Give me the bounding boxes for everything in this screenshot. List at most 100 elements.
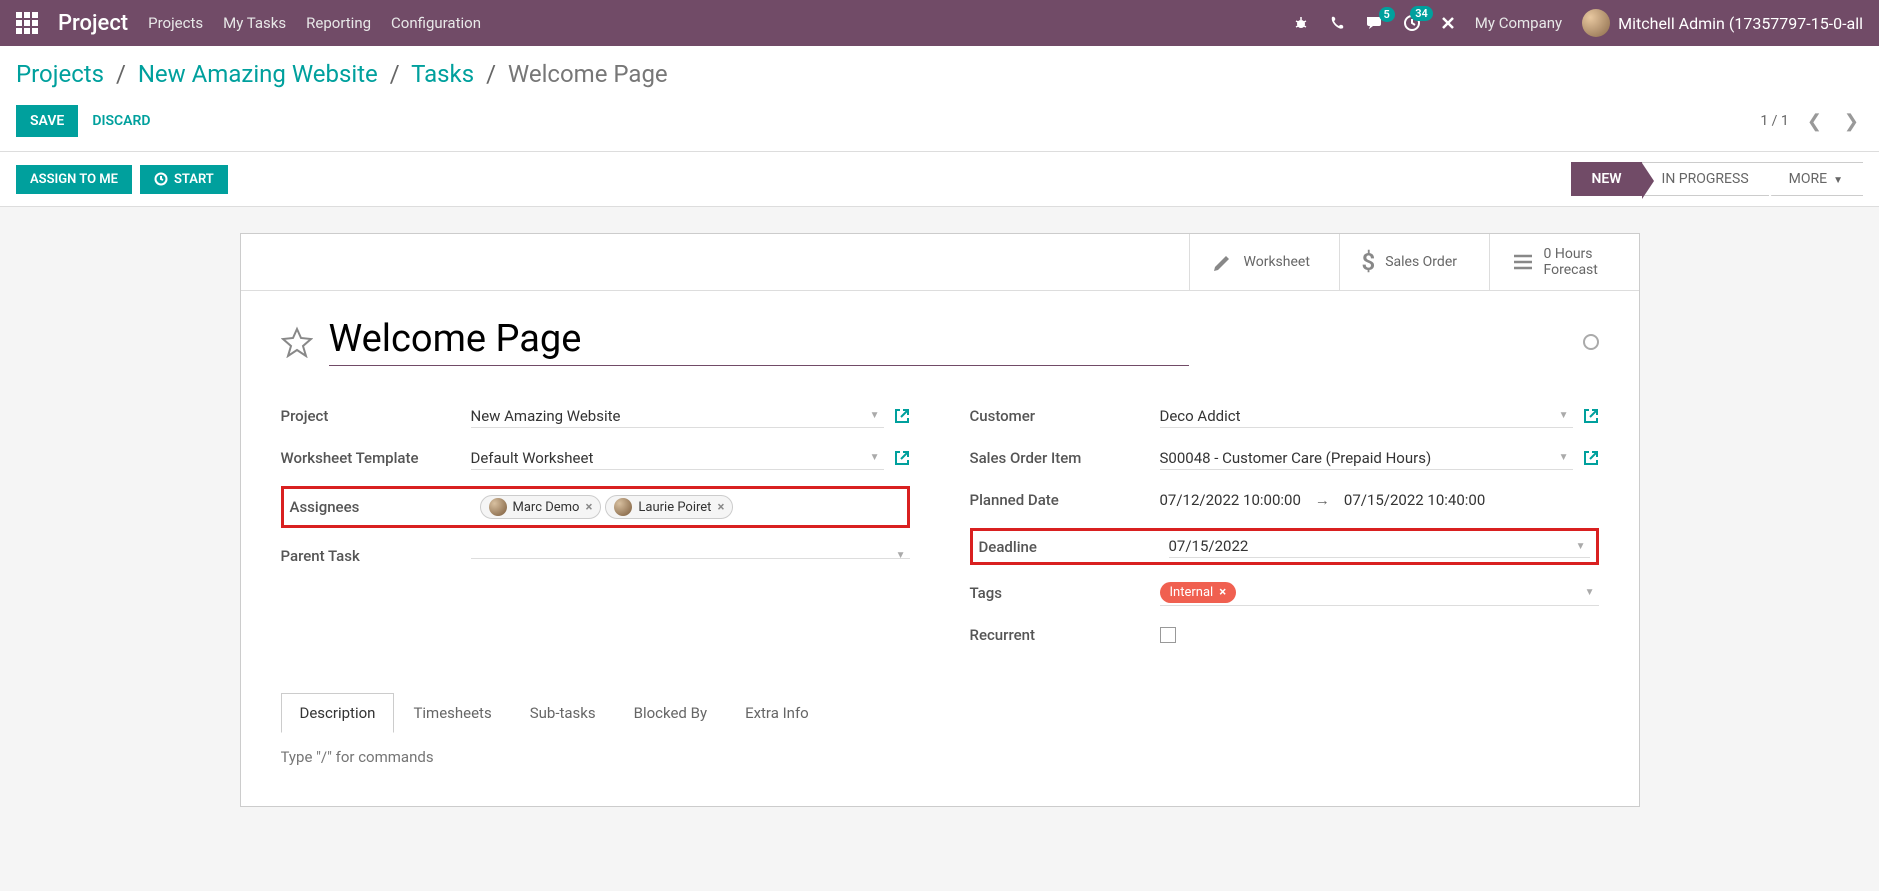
sales-order-button[interactable]: $ Sales Order (1339, 234, 1489, 290)
project-label: Project (281, 407, 471, 425)
planned-date-field: Planned Date 07/12/2022 10:00:00 → 07/15… (970, 486, 1599, 514)
remove-icon[interactable]: × (717, 500, 724, 515)
nav-reporting[interactable]: Reporting (306, 14, 371, 32)
navbar: Project Projects My Tasks Reporting Conf… (0, 0, 1879, 46)
company-selector[interactable]: My Company (1475, 14, 1562, 32)
action-row: SAVE DISCARD 1 / 1 ❮ ❯ (0, 97, 1879, 152)
breadcrumb-row: Projects / New Amazing Website / Tasks /… (0, 46, 1879, 97)
wt-input[interactable]: Default Worksheet▼ (471, 447, 884, 470)
crumb-tasks[interactable]: Tasks (411, 60, 474, 88)
deadline-input[interactable]: 07/15/2022▼ (1169, 535, 1590, 558)
pager-prev-icon[interactable]: ❮ (1803, 111, 1826, 132)
assignee-chip: Laurie Poiret × (605, 495, 733, 519)
phone-icon[interactable] (1329, 15, 1345, 31)
stage-in-progress[interactable]: IN PROGRESS (1642, 162, 1769, 196)
tab-blocked-by[interactable]: Blocked By (615, 693, 726, 733)
stage-new[interactable]: NEW (1571, 162, 1641, 196)
nav-config[interactable]: Configuration (391, 14, 481, 32)
chevron-down-icon[interactable]: ▼ (870, 410, 880, 421)
external-link-icon[interactable] (1583, 408, 1599, 424)
remove-icon[interactable]: × (1219, 585, 1226, 600)
sales-order-item-field: Sales Order Item S00048 - Customer Care … (970, 444, 1599, 472)
stage-more[interactable]: MORE▼ (1769, 162, 1863, 196)
planned-label: Planned Date (970, 491, 1160, 509)
left-column: Project New Amazing Website▼ Worksheet T… (281, 402, 910, 663)
tabs: Description Timesheets Sub-tasks Blocked… (241, 683, 1639, 733)
project-input[interactable]: New Amazing Website▼ (471, 405, 884, 428)
pager-count: 1 / 1 (1760, 113, 1788, 129)
user-name: Mitchell Admin (17357797-15-0-all (1618, 14, 1863, 33)
crumb-current: Welcome Page (508, 60, 668, 88)
worksheet-template-field: Worksheet Template Default Worksheet▼ (281, 444, 910, 472)
task-title-input[interactable] (329, 317, 1189, 366)
brand[interactable]: Project (58, 11, 128, 36)
recurrent-field: Recurrent (970, 621, 1599, 649)
description-input[interactable] (281, 748, 1599, 766)
assignee-chip: Marc Demo × (480, 495, 602, 519)
tab-timesheets[interactable]: Timesheets (394, 693, 510, 733)
chevron-down-icon[interactable]: ▼ (1559, 452, 1569, 463)
title-row (241, 291, 1639, 382)
chevron-down-icon[interactable]: ▼ (896, 550, 906, 561)
tag-chip: Internal × (1160, 582, 1237, 603)
kanban-state-icon[interactable] (1583, 334, 1599, 350)
recurrent-checkbox[interactable] (1160, 627, 1176, 643)
tab-extra-info[interactable]: Extra Info (726, 693, 828, 733)
external-link-icon[interactable] (894, 408, 910, 424)
remove-icon[interactable]: × (585, 500, 592, 515)
tab-description[interactable]: Description (281, 693, 395, 733)
parent-input[interactable]: ▼ (471, 554, 910, 559)
chevron-down-icon[interactable]: ▼ (1576, 541, 1586, 552)
avatar (1582, 9, 1610, 37)
tags-label: Tags (970, 584, 1160, 602)
save-button[interactable]: SAVE (16, 105, 78, 137)
planned-input[interactable]: 07/12/2022 10:00:00 → 07/15/2022 10:40:0… (1160, 489, 1599, 511)
tab-subtasks[interactable]: Sub-tasks (511, 693, 615, 733)
parent-task-field: Parent Task ▼ (281, 542, 910, 570)
tags-field: Tags Internal × ▼ (970, 579, 1599, 607)
activity-icon[interactable]: 34 (1403, 14, 1421, 32)
right-column: Customer Deco Addict▼ Sales Order Item S… (970, 402, 1599, 663)
activity-badge: 34 (1410, 6, 1433, 21)
chevron-down-icon: ▼ (1833, 175, 1843, 186)
external-link-icon[interactable] (894, 450, 910, 466)
deadline-label: Deadline (979, 538, 1169, 556)
avatar (489, 498, 507, 516)
breadcrumb: Projects / New Amazing Website / Tasks /… (16, 60, 1863, 88)
soi-input[interactable]: S00048 - Customer Care (Prepaid Hours)▼ (1160, 447, 1573, 470)
apps-icon[interactable] (16, 12, 38, 34)
pager: 1 / 1 ❮ ❯ (1760, 111, 1863, 132)
nav-mytasks[interactable]: My Tasks (223, 14, 286, 32)
start-button[interactable]: START (140, 165, 228, 194)
worksheet-button[interactable]: Worksheet (1189, 234, 1339, 290)
list-icon (1512, 253, 1534, 271)
nav-projects[interactable]: Projects (148, 14, 203, 32)
dollar-icon: $ (1362, 248, 1376, 276)
pager-next-icon[interactable]: ❯ (1840, 111, 1863, 132)
close-icon[interactable] (1441, 16, 1455, 30)
chevron-down-icon[interactable]: ▼ (870, 452, 880, 463)
crumb-projects[interactable]: Projects (16, 60, 104, 88)
assignees-input[interactable]: Marc Demo × Laurie Poiret × (480, 493, 901, 521)
chevron-down-icon[interactable]: ▼ (1559, 410, 1569, 421)
wt-label: Worksheet Template (281, 449, 471, 467)
user-menu[interactable]: Mitchell Admin (17357797-15-0-all (1582, 9, 1863, 37)
customer-field: Customer Deco Addict▼ (970, 402, 1599, 430)
bug-icon[interactable] (1293, 15, 1309, 31)
chevron-down-icon[interactable]: ▼ (1585, 587, 1595, 598)
discard-button[interactable]: DISCARD (78, 105, 164, 137)
forecast-button[interactable]: 0 Hours Forecast (1489, 234, 1639, 290)
chat-icon[interactable]: 5 (1365, 15, 1383, 31)
fields-grid: Project New Amazing Website▼ Worksheet T… (241, 382, 1639, 683)
parent-label: Parent Task (281, 547, 471, 565)
customer-label: Customer (970, 407, 1160, 425)
assign-to-me-button[interactable]: ASSIGN TO ME (16, 165, 132, 194)
crumb-project[interactable]: New Amazing Website (138, 60, 378, 88)
priority-star-icon[interactable] (281, 326, 313, 358)
external-link-icon[interactable] (1583, 450, 1599, 466)
smart-buttons: Worksheet $ Sales Order 0 Hours Forecast (241, 234, 1639, 291)
clock-icon (154, 172, 168, 186)
tags-input[interactable]: Internal × ▼ (1160, 580, 1599, 606)
customer-input[interactable]: Deco Addict▼ (1160, 405, 1573, 428)
deadline-field: Deadline 07/15/2022▼ (970, 528, 1599, 565)
